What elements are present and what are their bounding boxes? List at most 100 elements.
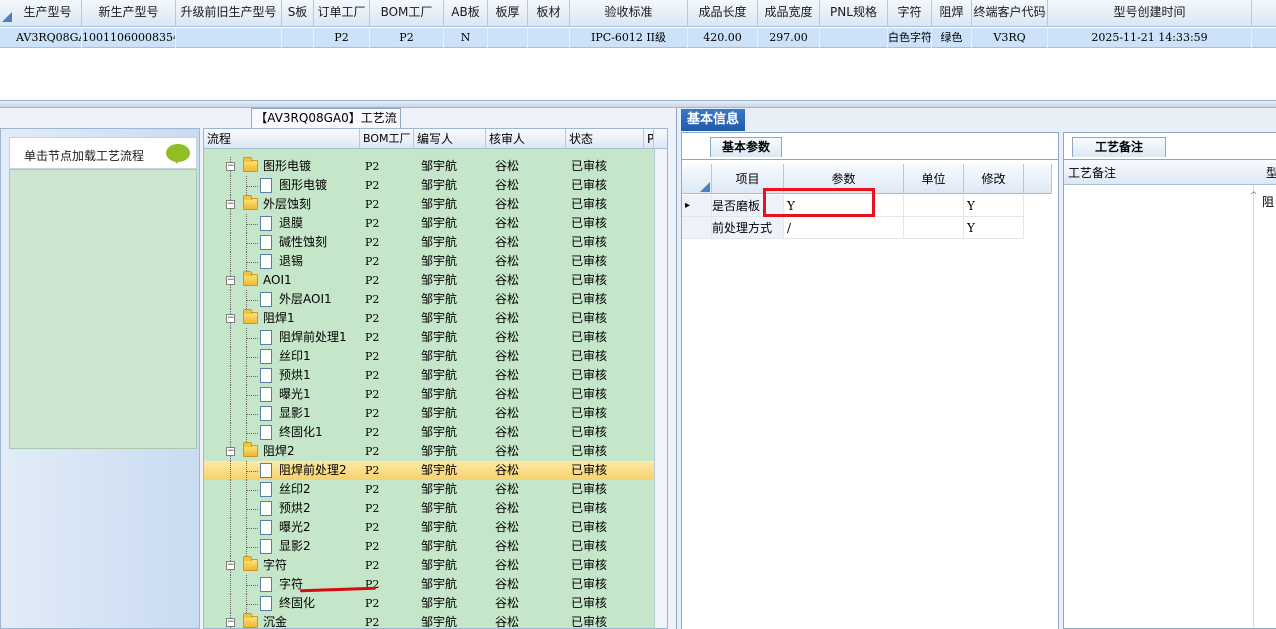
param-col-2[interactable]: 单位 xyxy=(904,164,964,194)
flow-status: 已审核 xyxy=(571,330,608,344)
grid-cell-11[interactable]: 297.00 xyxy=(758,28,820,48)
flow-tree-row[interactable]: 预烘2 P2 邹宇航 谷松 已审核 xyxy=(204,499,654,518)
flow-tree-row[interactable]: 显影1 P2 邹宇航 谷松 已审核 xyxy=(204,404,654,423)
grid-cell-2[interactable] xyxy=(176,28,282,48)
collapse-icon[interactable]: − xyxy=(226,561,235,570)
tree-col-0[interactable]: 流程 xyxy=(204,129,360,149)
tree-col-1[interactable]: BOM工厂 xyxy=(360,129,414,149)
tab-process-remark[interactable]: 工艺备注 xyxy=(1072,137,1166,157)
grid-header-14[interactable]: 阻焊 xyxy=(932,0,972,27)
grid-cell-4[interactable]: P2 xyxy=(314,28,370,48)
grid-header-16[interactable]: 型号创建时间 xyxy=(1048,0,1252,27)
tab-basic-params[interactable]: 基本参数 xyxy=(710,137,782,157)
param-unit[interactable] xyxy=(904,217,964,239)
flow-tree-row[interactable]: 退膜 P2 邹宇航 谷松 已审核 xyxy=(204,214,654,233)
flow-bom: P2 xyxy=(365,502,380,515)
flow-tree-row[interactable]: 退锡 P2 邹宇航 谷松 已审核 xyxy=(204,252,654,271)
grid-header-8[interactable]: 板材 xyxy=(528,0,570,27)
grid-header-10[interactable]: 成品长度 xyxy=(688,0,758,27)
collapse-icon[interactable]: − xyxy=(226,162,235,171)
flow-tree-row[interactable]: 阻焊前处理1 P2 邹宇航 谷松 已审核 xyxy=(204,328,654,347)
grid-header-9[interactable]: 验收标准 xyxy=(570,0,688,27)
grid-header-1[interactable]: 新生产型号 xyxy=(82,0,176,27)
grid-cell-3[interactable] xyxy=(282,28,314,48)
tree-col-2[interactable]: 编写人 xyxy=(414,129,486,149)
product-grid-row[interactable]: AV3RQ08GA010011060008354P2P2NIPC-6012 II… xyxy=(0,28,1276,48)
grid-cell-5[interactable]: P2 xyxy=(370,28,444,48)
grid-cell-15[interactable]: V3RQ xyxy=(972,28,1048,48)
param-value[interactable]: / xyxy=(784,217,904,239)
horizontal-splitter[interactable] xyxy=(0,100,1276,108)
flow-bom: P2 xyxy=(365,483,380,496)
load-flow-button[interactable]: 单击节点加载工艺流程 xyxy=(9,137,197,169)
grid-cell-16[interactable]: 2025-11-21 14:33:59 xyxy=(1048,28,1252,48)
flow-tree-scrollbar[interactable] xyxy=(654,149,667,628)
param-col-3[interactable]: 修改 xyxy=(964,164,1024,194)
grid-header-13[interactable]: 字符 xyxy=(888,0,932,27)
flow-tree-row[interactable]: 曝光1 P2 邹宇航 谷松 已审核 xyxy=(204,385,654,404)
flow-tree-row[interactable]: 终固化 P2 邹宇航 谷松 已审核 xyxy=(204,594,654,613)
collapse-icon[interactable]: − xyxy=(226,314,235,323)
flow-tree-row[interactable]: 曝光2 P2 邹宇航 谷松 已审核 xyxy=(204,518,654,537)
flow-tree-row[interactable]: 终固化1 P2 邹宇航 谷松 已审核 xyxy=(204,423,654,442)
flow-reviewer: 谷松 xyxy=(495,368,520,382)
flow-tree-row[interactable]: − 阻焊1 P2 邹宇航 谷松 已审核 xyxy=(204,309,654,328)
param-unit[interactable] xyxy=(904,195,964,217)
document-icon xyxy=(260,463,272,478)
flow-tree-row[interactable]: 丝印2 P2 邹宇航 谷松 已审核 xyxy=(204,480,654,499)
flow-tree-row[interactable]: − 阻焊2 P2 邹宇航 谷松 已审核 xyxy=(204,442,654,461)
grid-cell-1[interactable]: 10011060008354 xyxy=(82,28,176,48)
param-row[interactable]: 前处理方式 / Y xyxy=(682,217,1058,239)
flow-tree-row[interactable]: 丝印1 P2 邹宇航 谷松 已审核 xyxy=(204,347,654,366)
grid-header-6[interactable]: AB板 xyxy=(444,0,488,27)
grid-header-11[interactable]: 成品宽度 xyxy=(758,0,820,27)
param-modify[interactable]: Y xyxy=(964,195,1024,217)
flow-tree-row[interactable]: 碱性蚀刻 P2 邹宇航 谷松 已审核 xyxy=(204,233,654,252)
grid-header-0[interactable]: 生产型号 xyxy=(14,0,82,27)
grid-cell-9[interactable]: IPC-6012 II级 xyxy=(570,28,688,48)
tree-col-3[interactable]: 核审人 xyxy=(486,129,566,149)
flow-tree-row[interactable]: 预烘1 P2 邹宇航 谷松 已审核 xyxy=(204,366,654,385)
collapse-icon[interactable]: − xyxy=(226,618,235,627)
grid-cell-7[interactable] xyxy=(488,28,528,48)
grid-header-5[interactable]: BOM工厂 xyxy=(370,0,444,27)
flow-status: 已审核 xyxy=(571,577,608,591)
grid-header-7[interactable]: 板厚 xyxy=(488,0,528,27)
flow-reviewer: 谷松 xyxy=(495,577,520,591)
flow-tree-row[interactable]: 阻焊前处理2 P2 邹宇航 谷松 已审核 xyxy=(204,461,654,480)
flow-tree-row[interactable]: 显影2 P2 邹宇航 谷松 已审核 xyxy=(204,537,654,556)
param-modify[interactable]: Y xyxy=(964,217,1024,239)
grid-header-15[interactable]: 终端客户代码 xyxy=(972,0,1048,27)
grid-header-2[interactable]: 升级前旧生产型号 xyxy=(176,0,282,27)
grid-cell-13[interactable]: 白色字符 xyxy=(888,28,932,48)
grid-cell-6[interactable]: N xyxy=(444,28,488,48)
flow-tree-row[interactable]: 字符 P2 邹宇航 谷松 已审核 xyxy=(204,575,654,594)
collapse-icon[interactable]: − xyxy=(226,447,235,456)
grid-cell-8[interactable] xyxy=(528,28,570,48)
flow-bom: P2 xyxy=(365,578,380,591)
remark-textarea[interactable] xyxy=(1064,185,1254,628)
collapse-icon[interactable]: − xyxy=(226,276,235,285)
remark-panel: 工艺备注 工艺备注 型 ^ 阻 xyxy=(1063,132,1276,629)
remark-column-header: 工艺备注 xyxy=(1068,166,1117,180)
grid-cell-14[interactable]: 绿色 xyxy=(932,28,972,48)
tree-col-4[interactable]: 状态 xyxy=(566,129,644,149)
grid-cell-10[interactable]: 420.00 xyxy=(688,28,758,48)
grid-header-12[interactable]: PNL规格 xyxy=(820,0,888,27)
flow-node-label: 终固化 xyxy=(279,596,316,610)
flow-tree-row[interactable]: − 外层蚀刻 P2 邹宇航 谷松 已审核 xyxy=(204,195,654,214)
flow-tree-row[interactable]: 图形电镀 P2 邹宇航 谷松 已审核 xyxy=(204,176,654,195)
flow-tree-row[interactable]: − 字符 P2 邹宇航 谷松 已审核 xyxy=(204,556,654,575)
collapse-icon[interactable]: − xyxy=(226,200,235,209)
flow-tree-row[interactable]: − 图形电镀 P2 邹宇航 谷松 已审核 xyxy=(204,157,654,176)
flow-tree-row[interactable]: − AOI1 P2 邹宇航 谷松 已审核 xyxy=(204,271,654,290)
grid-header-4[interactable]: 订单工厂 xyxy=(314,0,370,27)
tree-col-5[interactable]: P xyxy=(644,129,654,149)
scroll-up-icon[interactable]: ^ xyxy=(1250,191,1260,201)
grid-cell-0[interactable]: AV3RQ08GA0 xyxy=(14,28,82,48)
flow-tree-row[interactable]: 外层AOI1 P2 邹宇航 谷松 已审核 xyxy=(204,290,654,309)
grid-cell-12[interactable] xyxy=(820,28,888,48)
grid-header-3[interactable]: S板 xyxy=(282,0,314,27)
flow-tree-row[interactable]: − 沉金 P2 邹宇航 谷松 已审核 xyxy=(204,613,654,628)
tab-basic-info[interactable]: 基本信息 xyxy=(681,109,745,131)
